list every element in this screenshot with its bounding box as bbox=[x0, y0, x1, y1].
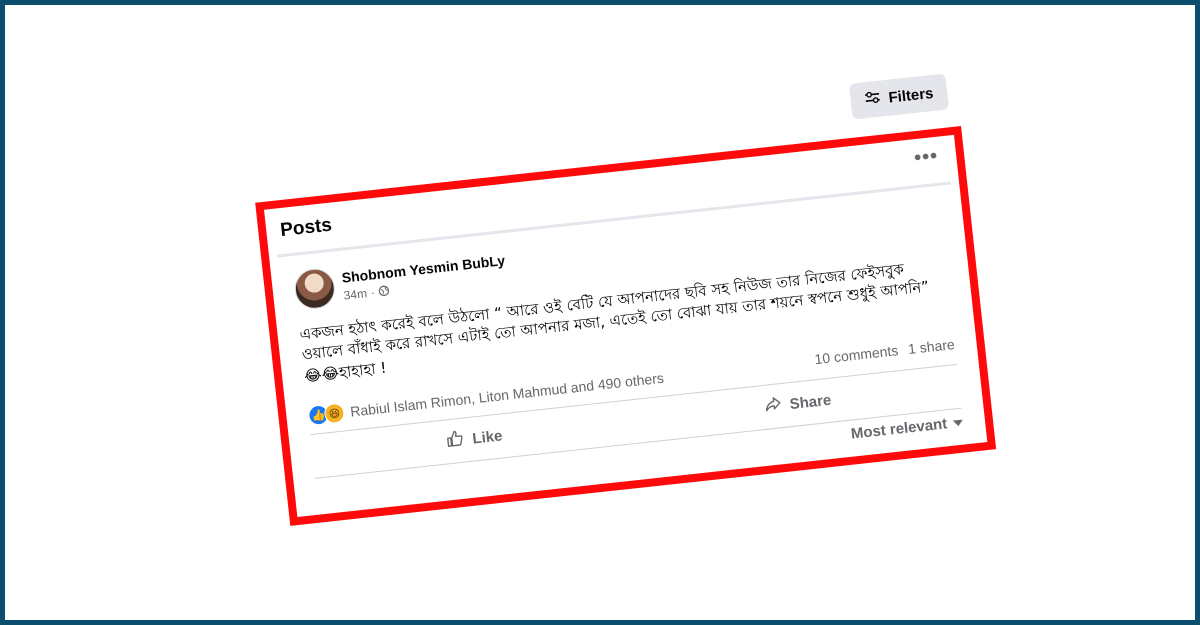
comments-count[interactable]: 10 comments bbox=[814, 342, 899, 367]
chevron-down-icon bbox=[952, 419, 964, 427]
engagement-counts: 10 comments 1 share bbox=[814, 336, 956, 367]
avatar[interactable] bbox=[292, 266, 337, 311]
post-card-wrapper: Filters Posts ••• Shobnom Yesmin BubLy 3… bbox=[255, 73, 997, 526]
reaction-icons: 👍 😆 bbox=[307, 402, 346, 427]
haha-reaction-icon: 😆 bbox=[323, 402, 346, 425]
thumbs-up-icon bbox=[445, 429, 465, 453]
filters-button[interactable]: Filters bbox=[848, 73, 950, 120]
posts-title: Posts bbox=[279, 214, 333, 242]
meta-separator: · bbox=[370, 284, 376, 300]
share-icon bbox=[763, 394, 783, 418]
shares-count[interactable]: 1 share bbox=[907, 336, 955, 357]
highlighted-post-card: Posts ••• Shobnom Yesmin BubLy 34m · একজ… bbox=[255, 126, 997, 526]
filters-icon bbox=[864, 90, 882, 110]
post-author-row: Shobnom Yesmin BubLy 34m · bbox=[292, 248, 508, 311]
sort-label: Most relevant bbox=[850, 415, 949, 443]
like-label: Like bbox=[471, 426, 504, 448]
image-frame: Filters Posts ••• Shobnom Yesmin BubLy 3… bbox=[0, 0, 1200, 625]
filters-label: Filters bbox=[887, 84, 935, 107]
globe-icon bbox=[378, 285, 390, 297]
post-time[interactable]: 34m bbox=[343, 286, 368, 302]
share-label: Share bbox=[788, 391, 833, 413]
more-options-button[interactable]: ••• bbox=[913, 145, 939, 170]
